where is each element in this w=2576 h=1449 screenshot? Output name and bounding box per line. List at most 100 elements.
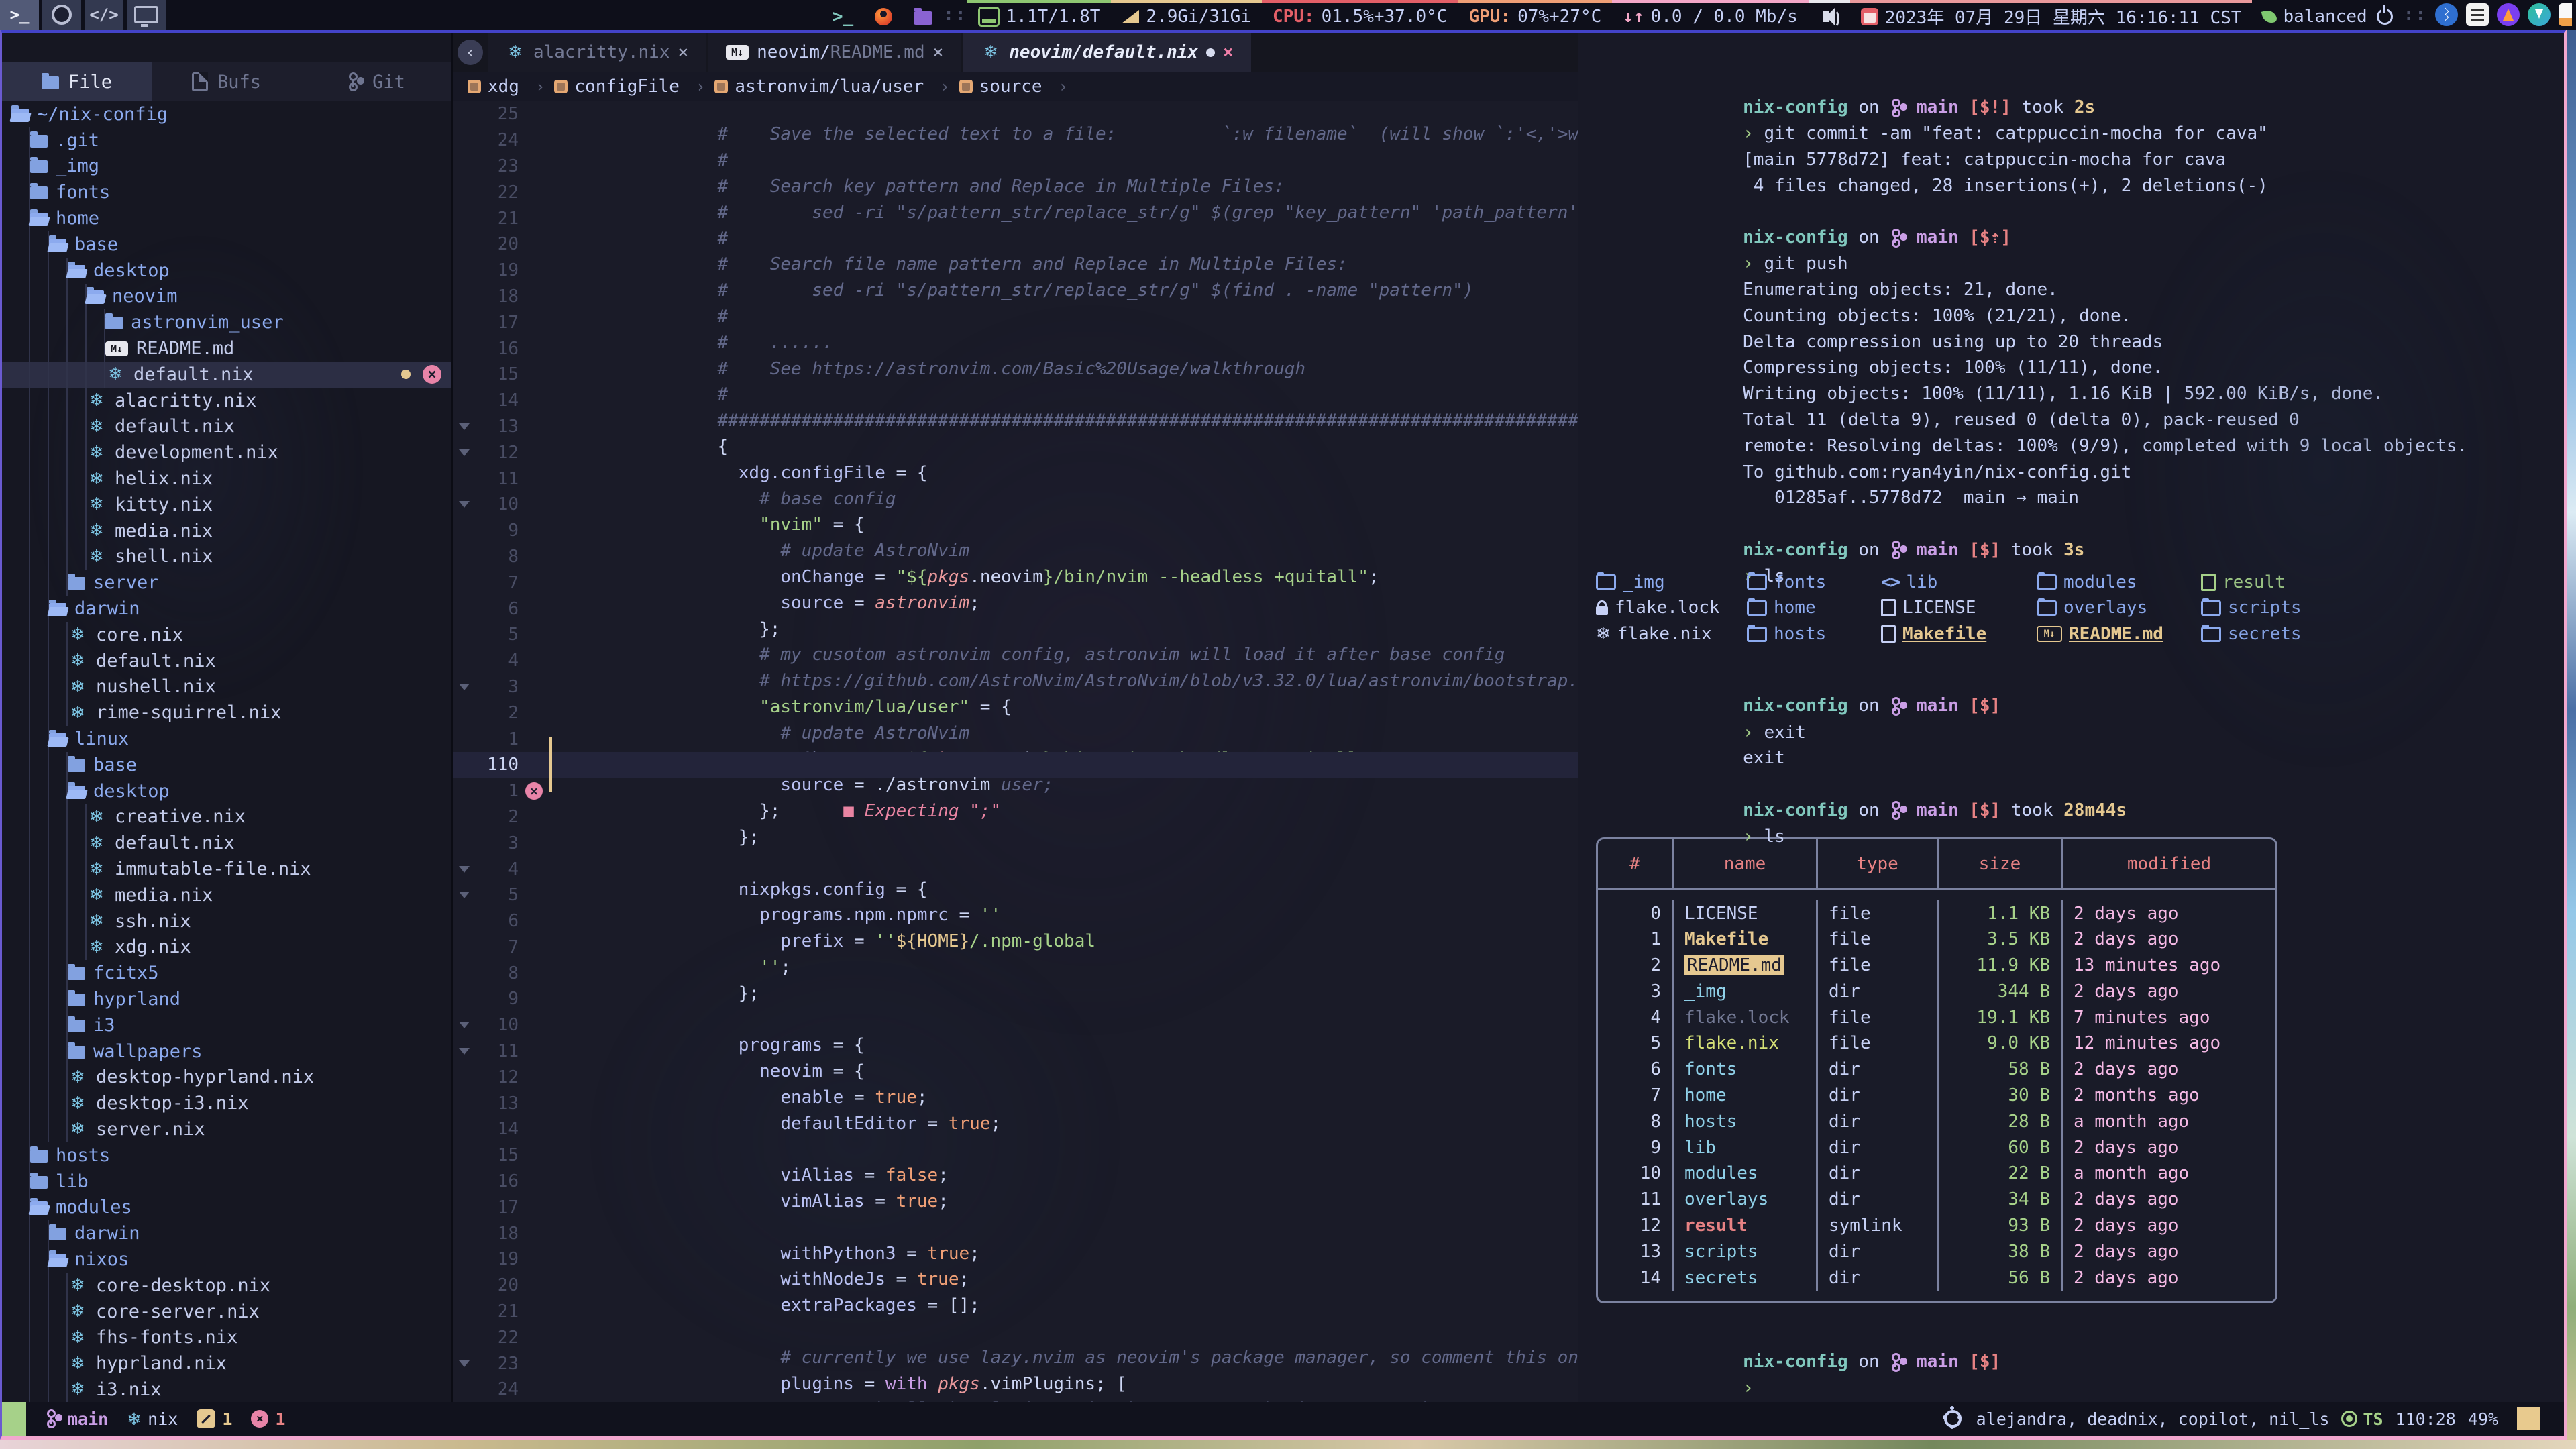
- tree-row[interactable]: astronvim_user ×: [2, 309, 451, 335]
- volume-control[interactable]: [1809, 0, 1850, 30]
- tree-row[interactable]: fonts ×: [2, 179, 451, 205]
- tree-row[interactable]: media.nix ×: [2, 518, 451, 544]
- workspace-3-code[interactable]: </>: [85, 0, 123, 30]
- tree-row[interactable]: hosts ×: [2, 1142, 451, 1169]
- modified-count[interactable]: 1: [222, 1409, 232, 1429]
- tree-row[interactable]: core.nix ×: [2, 622, 451, 648]
- ls-entry[interactable]: fonts: [1747, 572, 1881, 592]
- tree-row[interactable]: hyprland.nix ×: [2, 1350, 451, 1377]
- tree-row[interactable]: wallpapers ×: [2, 1038, 451, 1065]
- editor-pane[interactable]: ‹ alacritty.nix ×: [453, 33, 1578, 1402]
- tree-row[interactable]: creative.nix ×: [2, 804, 451, 830]
- ls-entry[interactable]: secrets: [2201, 624, 2302, 644]
- file-modified: 2 days ago: [2061, 1057, 2275, 1083]
- input-method-icon[interactable]: [2466, 3, 2489, 26]
- workspace-1-terminal[interactable]: >_: [0, 0, 39, 30]
- tree-row[interactable]: media.nix ×: [2, 882, 451, 908]
- tree-row[interactable]: desktop ×: [2, 258, 451, 284]
- lsp-gear-icon: [1944, 1410, 1962, 1428]
- tree-row[interactable]: .git ×: [2, 127, 451, 154]
- error-count[interactable]: 1: [275, 1409, 285, 1429]
- ls-entry[interactable]: result: [2201, 572, 2286, 592]
- tree-row[interactable]: desktop-hyprland.nix ×: [2, 1064, 451, 1090]
- bluetooth-icon[interactable]: ᛒ: [2435, 3, 2458, 26]
- launcher-files[interactable]: [903, 0, 943, 30]
- tree-row[interactable]: helix.nix ×: [2, 466, 451, 492]
- explorer-tab[interactable]: Git: [301, 62, 451, 101]
- launcher-browser[interactable]: [864, 0, 903, 30]
- tree-row[interactable]: fhs-fonts.nix ×: [2, 1324, 451, 1350]
- ls-entry[interactable]: Makefile: [1881, 624, 2037, 644]
- workspace-2-browser[interactable]: [42, 0, 81, 30]
- file-explorer-panel[interactable]: File Bufs Git: [2, 33, 453, 1402]
- tree-row[interactable]: desktop-i3.nix ×: [2, 1090, 451, 1116]
- tree-row[interactable]: modules ×: [2, 1194, 451, 1220]
- clipboard-tray-icon[interactable]: [2559, 3, 2572, 26]
- ls-entry[interactable]: scripts: [2201, 598, 2302, 618]
- ls-entry[interactable]: modules: [2037, 572, 2201, 592]
- tree-row[interactable]: neovim ×: [2, 284, 451, 310]
- launcher-terminal[interactable]: >_: [822, 0, 864, 30]
- close-icon[interactable]: ×: [1223, 42, 1234, 62]
- tree-row[interactable]: shell.nix ×: [2, 544, 451, 570]
- tree-row[interactable]: i3 ×: [2, 1012, 451, 1038]
- tree-row[interactable]: immutable-file.nix ×: [2, 856, 451, 882]
- workspace-4-monitor[interactable]: [127, 0, 166, 30]
- tree-row[interactable]: hyprland ×: [2, 986, 451, 1012]
- ls-entry[interactable]: LICENSE: [1881, 598, 2037, 618]
- tree-row[interactable]: server.nix ×: [2, 1116, 451, 1142]
- ls-entry[interactable]: hosts: [1747, 624, 1881, 644]
- tree-row[interactable]: i3.nix ×: [2, 1377, 451, 1402]
- bufferline-scroll-left[interactable]: ‹: [453, 33, 488, 72]
- tree-row[interactable]: kitty.nix ×: [2, 492, 451, 518]
- buffer-tab[interactable]: neovim/README.md ×: [708, 33, 961, 72]
- tree-row[interactable]: development.nix ×: [2, 439, 451, 466]
- tree-row[interactable]: desktop ×: [2, 778, 451, 804]
- tree-row[interactable]: base ×: [2, 752, 451, 778]
- tree-row[interactable]: _img ×: [2, 154, 451, 180]
- tree-row[interactable]: ~/nix-config ×: [2, 101, 451, 127]
- ls-entry[interactable]: _img: [1596, 572, 1747, 592]
- downloader-tray-icon[interactable]: [2528, 3, 2551, 26]
- breadcrumb-item[interactable]: xdg ›: [468, 76, 554, 97]
- power-profile[interactable]: balanced: [2252, 0, 2403, 30]
- ls-entry[interactable]: flake.lock: [1596, 598, 1747, 618]
- ls-entry[interactable]: home: [1747, 598, 1881, 618]
- buffer-tab[interactable]: neovim/default.nix ×: [963, 33, 1250, 72]
- tree-row[interactable]: default.nix ×: [2, 830, 451, 856]
- tree-row[interactable]: alacritty.nix ×: [2, 388, 451, 414]
- tree-row[interactable]: default.nix ×: [2, 648, 451, 674]
- ls-entry[interactable]: lib: [1881, 572, 2037, 592]
- tree-row[interactable]: darwin ×: [2, 596, 451, 622]
- tree-row[interactable]: nixos ×: [2, 1246, 451, 1273]
- code-area[interactable]: 25 # Save the selected text to a file: `…: [453, 101, 1578, 1402]
- tree-row[interactable]: home ×: [2, 205, 451, 231]
- terminal-pane[interactable]: nix-config on main [$!] took 2s › git co…: [1578, 33, 2564, 1402]
- tree-row[interactable]: darwin ×: [2, 1220, 451, 1246]
- flameshot-icon[interactable]: [2497, 3, 2520, 26]
- code-line[interactable]: 24 # search all the plugins using https:…: [453, 1377, 1578, 1402]
- buffer-tab[interactable]: alacritty.nix ×: [488, 33, 706, 72]
- ls-entry[interactable]: README.md: [2037, 624, 2201, 644]
- tree-row[interactable]: server ×: [2, 570, 451, 596]
- explorer-tab[interactable]: File: [2, 62, 152, 101]
- tree-row[interactable]: rime-squirrel.nix ×: [2, 700, 451, 726]
- ls-entry[interactable]: overlays: [2037, 598, 2201, 618]
- tree-row[interactable]: fcitx5 ×: [2, 960, 451, 986]
- tree-row[interactable]: core-server.nix ×: [2, 1299, 451, 1325]
- tree-row[interactable]: xdg.nix ×: [2, 934, 451, 961]
- tree-row[interactable]: base ×: [2, 231, 451, 258]
- explorer-tab[interactable]: Bufs: [152, 62, 301, 101]
- tree-row[interactable]: ssh.nix ×: [2, 908, 451, 934]
- close-icon[interactable]: ×: [678, 42, 689, 62]
- tree-item-icon: [87, 547, 107, 567]
- tree-row[interactable]: default.nix ×: [2, 414, 451, 440]
- git-branch[interactable]: main: [68, 1409, 108, 1429]
- tree-row[interactable]: nushell.nix ×: [2, 674, 451, 700]
- tree-row[interactable]: README.md ×: [2, 335, 451, 362]
- close-icon[interactable]: ×: [933, 42, 944, 62]
- tree-row[interactable]: lib ×: [2, 1169, 451, 1195]
- tree-row[interactable]: default.nix ×: [2, 362, 451, 388]
- tree-row[interactable]: linux ×: [2, 726, 451, 752]
- tree-row[interactable]: core-desktop.nix ×: [2, 1273, 451, 1299]
